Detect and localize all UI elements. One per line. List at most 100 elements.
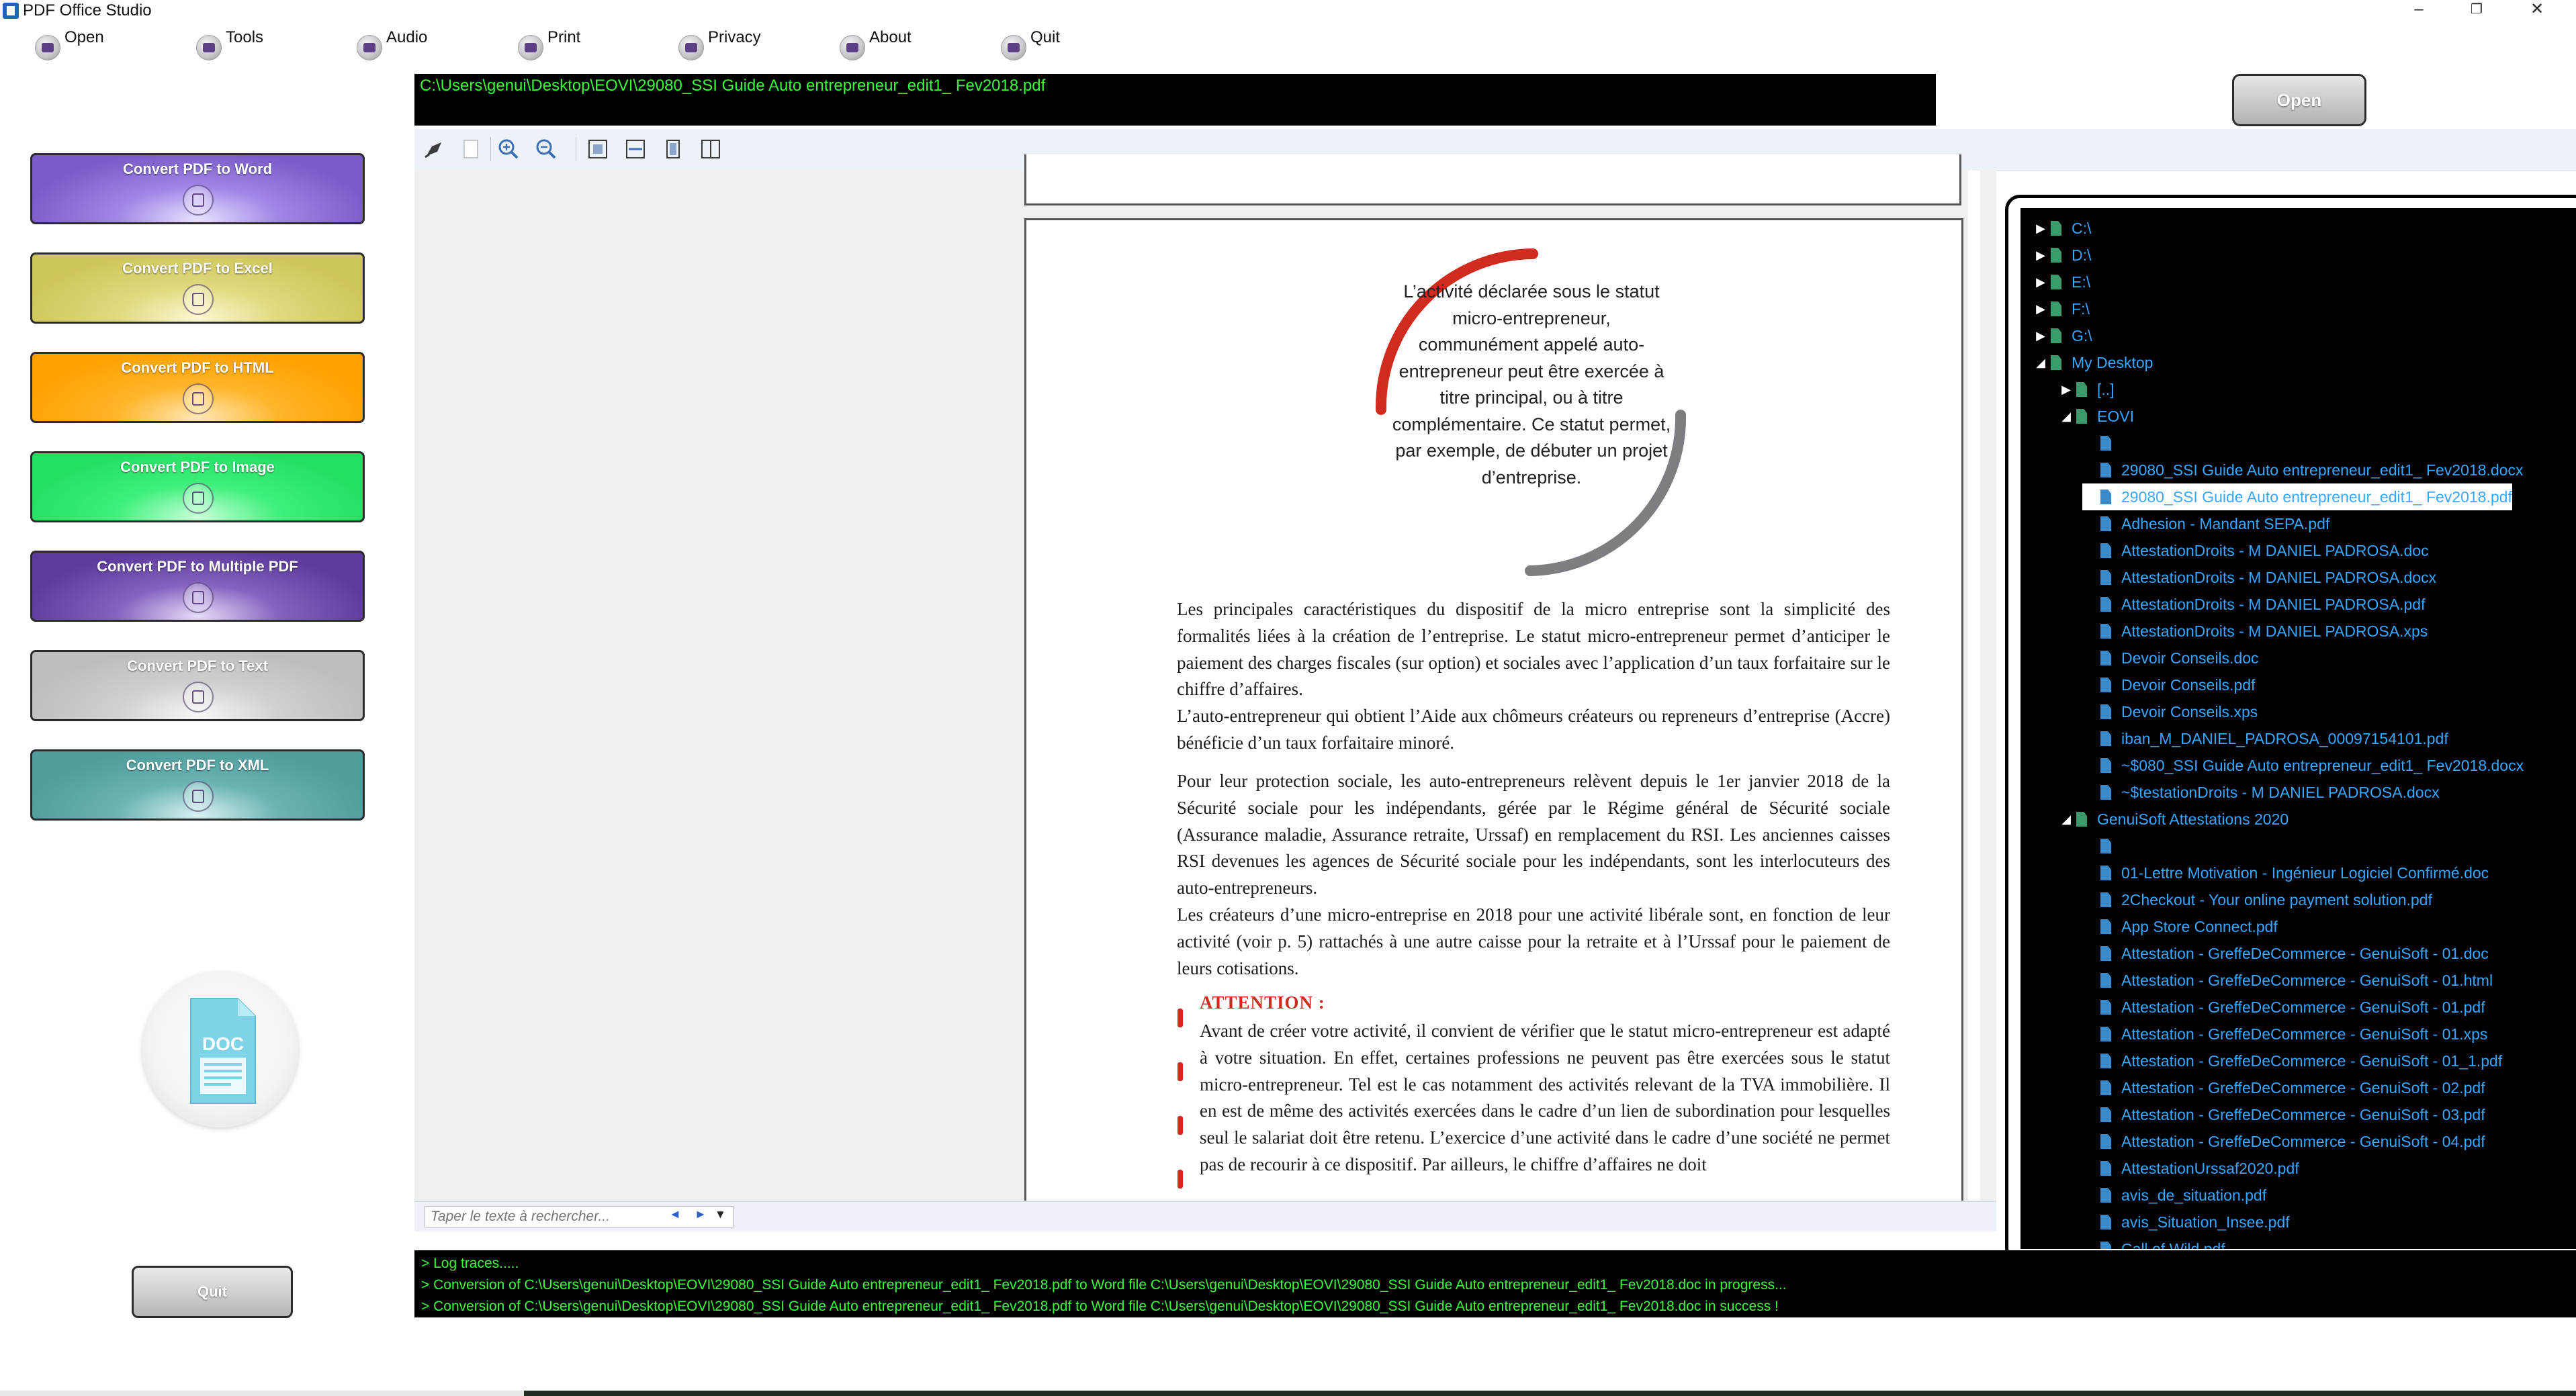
tree-expander-icon[interactable]: ▶ bbox=[2033, 275, 2049, 289]
tree-expander-icon[interactable]: ▶ bbox=[2033, 248, 2049, 263]
close-button[interactable]: ✕ bbox=[2512, 0, 2563, 20]
tree-file-item[interactable]: 29080_SSI Guide Auto entrepreneur_edit1_… bbox=[2082, 483, 2512, 510]
about-icon bbox=[840, 35, 865, 60]
convert-to-image-button[interactable]: Convert PDF to Image bbox=[30, 451, 365, 522]
tree-file-item[interactable]: avis_Situation_Insee.pdf bbox=[2082, 1209, 2290, 1236]
convert-to-text-button[interactable]: Convert PDF to Text bbox=[30, 650, 365, 721]
file-icon bbox=[2098, 1186, 2113, 1204]
tree-folder-item[interactable]: ◢ GenuiSoft Attestations 2020 bbox=[2058, 806, 2289, 833]
maximize-button[interactable]: ❐ bbox=[2451, 0, 2502, 20]
menu-audio[interactable]: Audio bbox=[357, 28, 427, 63]
file-icon bbox=[2098, 1133, 2113, 1150]
tree-file-item[interactable]: 01-Lettre Motivation - Ingénieur Logicie… bbox=[2082, 859, 2489, 886]
tree-item-label: GenuiSoft Attestations 2020 bbox=[2097, 810, 2289, 828]
tree-file-item[interactable]: AttestationDroits - M DANIEL PADROSA.doc bbox=[2082, 537, 2429, 564]
tree-item-label: E:\ bbox=[2072, 273, 2091, 291]
tree-folder-item[interactable]: ◢ My Desktop bbox=[2033, 349, 2153, 376]
tree-file-item[interactable]: iban_M_DANIEL_PADROSA_00097154101.pdf bbox=[2082, 725, 2448, 752]
tree-file-item[interactable]: AttestationDroits - M DANIEL PADROSA.xps bbox=[2082, 618, 2428, 645]
tree-file-item[interactable]: AttestationDroits - M DANIEL PADROSA.pdf bbox=[2082, 591, 2425, 618]
tree-file-item[interactable]: ~$testationDroits - M DANIEL PADROSA.doc… bbox=[2082, 779, 2440, 806]
convert-to-multiple-pdf-button[interactable]: Convert PDF to Multiple PDF bbox=[30, 551, 365, 622]
search-prev-icon[interactable]: ◄ bbox=[669, 1207, 681, 1221]
search-input[interactable] bbox=[425, 1206, 734, 1227]
tree-file-item[interactable]: Attestation - GreffeDeCommerce - GenuiSo… bbox=[2082, 967, 2493, 994]
circle-quote-text: L’activité déclarée sous le statut micro… bbox=[1392, 281, 1671, 487]
file-path-bar[interactable]: C:\Users\genui\Desktop\EOVI\29080_SSI Gu… bbox=[414, 74, 1936, 126]
tree-file-item[interactable]: Attestation - GreffeDeCommerce - GenuiSo… bbox=[2082, 1021, 2487, 1048]
tree-file-item[interactable]: App Store Connect.pdf bbox=[2082, 913, 2278, 940]
tree-file-item[interactable]: AttestationDroits - M DANIEL PADROSA.doc… bbox=[2082, 564, 2436, 591]
tree-folder-item[interactable]: ◢ EOVI bbox=[2058, 403, 2134, 430]
convert-to-word-button[interactable]: Convert PDF to Word bbox=[30, 153, 365, 224]
drive-icon bbox=[2049, 273, 2063, 291]
convert-to-excel-button[interactable]: Convert PDF to Excel bbox=[30, 252, 365, 324]
page-icon[interactable] bbox=[459, 137, 483, 161]
tree-file-item[interactable]: 29080_SSI Guide Auto entrepreneur_edit1_… bbox=[2082, 457, 2523, 483]
tree-folder-item[interactable]: ▶ D:\ bbox=[2033, 242, 2091, 269]
viewer-scrollbar[interactable] bbox=[1968, 171, 1980, 1201]
tree-file-item[interactable]: Attestation - GreffeDeCommerce - GenuiSo… bbox=[2082, 1048, 2502, 1074]
single-page-icon[interactable] bbox=[661, 137, 685, 161]
file-tree[interactable]: ▶ C:\ ▶ D:\ ▶ E:\ ▶ F:\ ▶ G:\ ◢ My Desktop ▶ [..] ◢ EOV… bbox=[2020, 208, 2576, 1249]
tree-file-item[interactable]: Attestation - GreffeDeCommerce - GenuiSo… bbox=[2082, 940, 2489, 967]
tree-expander-icon[interactable]: ◢ bbox=[2058, 410, 2074, 424]
menu-open[interactable]: Open bbox=[35, 28, 104, 63]
tree-file-item[interactable]: Adhesion - Mandant SEPA.pdf bbox=[2082, 510, 2329, 537]
tree-file-item[interactable]: avis_de_situation.pdf bbox=[2082, 1182, 2266, 1209]
file-icon bbox=[2098, 649, 2113, 667]
open-button[interactable]: Open bbox=[2232, 74, 2366, 126]
tree-file-item[interactable]: ~$080_SSI Guide Auto entrepreneur_edit1_… bbox=[2082, 752, 2524, 779]
menu-open-label: Open bbox=[64, 28, 104, 46]
menu-privacy[interactable]: Privacy bbox=[678, 28, 761, 63]
tree-folder-item[interactable]: ▶ E:\ bbox=[2033, 269, 2090, 295]
convert-to-xml-button[interactable]: Convert PDF to XML bbox=[30, 749, 365, 821]
tree-file-item[interactable]: Devoir Conseils.pdf bbox=[2082, 671, 2255, 698]
menu-print[interactable]: Print bbox=[518, 28, 580, 63]
tree-item-label: ~$080_SSI Guide Auto entrepreneur_edit1_… bbox=[2121, 756, 2524, 774]
text-icon bbox=[183, 682, 214, 712]
word-icon bbox=[183, 185, 214, 216]
two-page-icon[interactable] bbox=[699, 137, 723, 161]
tree-file-item[interactable]: Attestation - GreffeDeCommerce - GenuiSo… bbox=[2082, 1101, 2485, 1128]
tree-file-item[interactable]: Attestation - GreffeDeCommerce - GenuiSo… bbox=[2082, 994, 2485, 1021]
tree-folder-item[interactable]: ▶ C:\ bbox=[2033, 215, 2091, 242]
search-next-icon[interactable]: ► bbox=[695, 1207, 707, 1221]
search-dropdown-icon[interactable]: ▼ bbox=[715, 1208, 726, 1221]
select-tool-icon[interactable] bbox=[423, 137, 447, 161]
menu-tools[interactable]: Tools bbox=[196, 28, 263, 63]
tree-file-item[interactable]: Attestation - GreffeDeCommerce - GenuiSo… bbox=[2082, 1074, 2485, 1101]
file-icon bbox=[2098, 676, 2113, 694]
menu-about[interactable]: About bbox=[840, 28, 912, 63]
tree-file-item[interactable] bbox=[2082, 430, 2121, 457]
tree-folder-item[interactable]: ▶ F:\ bbox=[2033, 295, 2090, 322]
tree-expander-icon[interactable]: ▶ bbox=[2033, 329, 2049, 343]
zoom-out-icon[interactable] bbox=[534, 137, 558, 161]
tree-expander-icon[interactable]: ◢ bbox=[2058, 812, 2074, 827]
print-icon bbox=[518, 35, 543, 60]
tree-expander-icon[interactable]: ◢ bbox=[2033, 356, 2049, 370]
tree-file-item[interactable]: Call of Wild.pdf bbox=[2082, 1236, 2225, 1250]
convert-to-excel-label: Convert PDF to Excel bbox=[122, 260, 273, 277]
tree-file-item[interactable]: AttestationUrssaf2020.pdf bbox=[2082, 1155, 2299, 1182]
file-icon bbox=[2098, 837, 2113, 855]
fit-page-icon[interactable] bbox=[586, 137, 610, 161]
tree-expander-icon[interactable]: ▶ bbox=[2058, 383, 2074, 397]
tree-item-label: 2Checkout - Your online payment solution… bbox=[2121, 890, 2432, 909]
convert-to-html-button[interactable]: Convert PDF to HTML bbox=[30, 352, 365, 423]
tree-file-item[interactable]: 2Checkout - Your online payment solution… bbox=[2082, 886, 2432, 913]
tree-file-item[interactable] bbox=[2082, 833, 2121, 859]
tree-expander-icon[interactable]: ▶ bbox=[2033, 302, 2049, 316]
menu-quit[interactable]: Quit bbox=[1001, 28, 1060, 63]
fit-width-icon[interactable] bbox=[623, 137, 648, 161]
tree-file-item[interactable]: Devoir Conseils.xps bbox=[2082, 698, 2258, 725]
tree-folder-item[interactable]: ▶ [..] bbox=[2058, 376, 2114, 403]
doc-icon-text: DOC bbox=[202, 1033, 244, 1054]
tree-expander-icon[interactable]: ▶ bbox=[2033, 222, 2049, 236]
zoom-in-icon[interactable] bbox=[496, 137, 521, 161]
quit-button[interactable]: Quit bbox=[132, 1266, 293, 1318]
tree-file-item[interactable]: Devoir Conseils.doc bbox=[2082, 645, 2259, 671]
tree-file-item[interactable]: Attestation - GreffeDeCommerce - GenuiSo… bbox=[2082, 1128, 2485, 1155]
minimize-button[interactable]: – bbox=[2393, 0, 2444, 20]
tree-folder-item[interactable]: ▶ G:\ bbox=[2033, 322, 2092, 349]
